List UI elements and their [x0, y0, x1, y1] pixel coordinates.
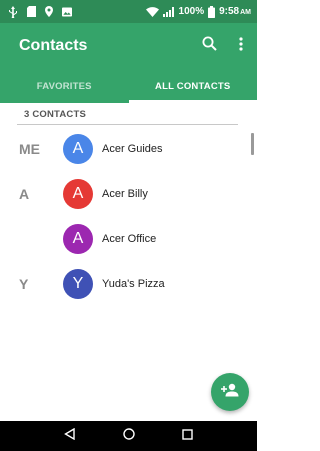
battery-percent: 100% — [178, 6, 205, 17]
location-icon — [44, 6, 54, 18]
scrollbar-thumb[interactable] — [251, 133, 254, 155]
avatar: A — [63, 223, 93, 254]
index-letter: Y — [19, 275, 29, 292]
signal-icon — [162, 6, 175, 18]
avatar: Y — [63, 268, 93, 299]
contact-name: Acer Billy — [102, 187, 148, 200]
avatar: A — [63, 178, 93, 209]
search-icon — [202, 36, 217, 56]
sd-card-icon — [26, 6, 36, 18]
add-contact-button[interactable] — [211, 373, 249, 411]
contact-name: Acer Guides — [102, 142, 163, 155]
tab-bar: FAVORITES ALL CONTACTS — [0, 69, 257, 103]
contacts-count-header: 3 CONTACTS — [24, 109, 86, 120]
back-icon — [64, 427, 75, 445]
avatar: A — [63, 133, 93, 164]
more-vert-icon — [239, 36, 243, 56]
contact-row-yudas-pizza[interactable]: Y Y Yuda's Pizza — [0, 261, 250, 306]
contact-row-acer-office[interactable]: A Acer Office — [0, 216, 250, 261]
clock-ampm: AM — [240, 9, 251, 16]
usb-icon — [8, 5, 18, 18]
back-button[interactable] — [55, 421, 85, 451]
contact-name: Yuda's Pizza — [102, 277, 165, 290]
app-bar: Contacts — [0, 23, 257, 69]
contact-row-acer-billy[interactable]: A A Acer Billy — [0, 171, 250, 216]
tab-all-contacts[interactable]: ALL CONTACTS — [128, 69, 258, 103]
status-bar: 100% 9:58AM — [0, 0, 257, 23]
recents-icon — [182, 427, 193, 445]
divider — [17, 124, 238, 125]
home-icon — [122, 427, 135, 445]
clock-time: 9:58 — [219, 6, 240, 17]
contact-name: Acer Office — [102, 232, 157, 245]
recents-button[interactable] — [173, 421, 203, 451]
home-button[interactable] — [114, 421, 144, 451]
more-options-button[interactable] — [225, 23, 257, 69]
add-person-icon — [221, 383, 239, 402]
contact-row-acer-guides[interactable]: ME A Acer Guides — [0, 126, 250, 171]
index-letter: ME — [19, 140, 40, 157]
index-letter: A — [19, 185, 30, 202]
search-button[interactable] — [193, 23, 225, 69]
phone-screen: 100% 9:58AM Contacts FAVORITES ALL CONTA… — [0, 0, 257, 451]
wifi-icon — [145, 6, 159, 18]
navigation-bar — [0, 421, 257, 451]
battery-icon — [208, 5, 216, 18]
tab-favorites[interactable]: FAVORITES — [0, 69, 129, 103]
image-icon — [62, 6, 72, 18]
clock: 9:58AM — [219, 6, 251, 17]
page-title: Contacts — [19, 37, 88, 54]
